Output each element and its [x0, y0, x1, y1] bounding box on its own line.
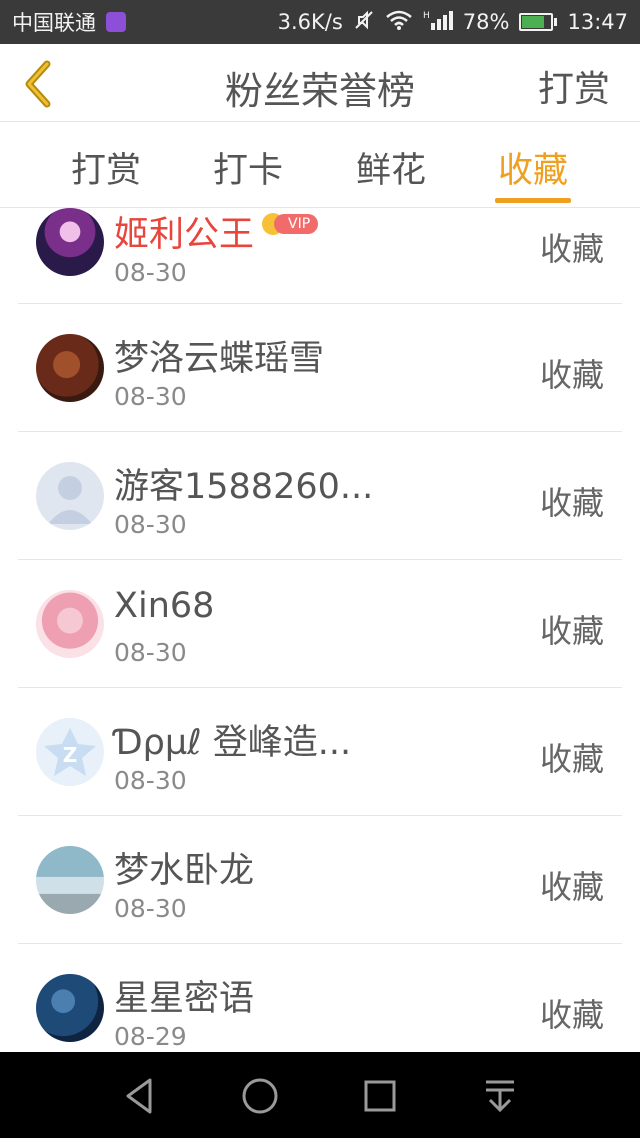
- action-label: 收藏: [539, 996, 604, 1034]
- date-label: 08-30: [114, 638, 187, 667]
- vip-badge: VIP: [262, 213, 319, 235]
- recents-nav-button[interactable]: [358, 1074, 402, 1118]
- list-item[interactable]: Z Ɗρµℓ 登峰造... 08-30 收藏: [18, 688, 622, 816]
- circle-home-icon: [242, 1078, 278, 1114]
- tab-reward[interactable]: 打赏: [51, 142, 161, 193]
- home-nav-button[interactable]: [238, 1074, 282, 1118]
- date-label: 08-30: [114, 258, 187, 287]
- battery-icon: [519, 13, 558, 31]
- svg-text:Z: Z: [63, 743, 78, 767]
- battery-percent: 78%: [462, 10, 510, 34]
- date-label: 08-30: [114, 510, 187, 539]
- user-name: 梦洛云蝶瑶雪: [114, 339, 325, 379]
- date-label: 08-30: [114, 382, 187, 411]
- app-icon: [106, 12, 126, 32]
- date-label: 08-30: [114, 766, 187, 795]
- qzone-icon: Z: [44, 728, 96, 776]
- mute-icon: [353, 9, 375, 36]
- wifi-icon: [385, 9, 413, 36]
- pull-down-icon: [486, 1080, 514, 1113]
- user-name: Ɗρµℓ 登峰造...: [114, 723, 352, 763]
- tab-checkin[interactable]: 打卡: [193, 142, 303, 193]
- fan-list: 姬利公王 VIP 08-30 收藏 梦洛云蝶瑶雪 08-30 收藏 游客15882…: [0, 208, 640, 1052]
- list-item[interactable]: 游客1588260... 08-30 收藏: [18, 432, 622, 560]
- nav-bar: 粉丝荣誉榜 打赏: [0, 44, 640, 122]
- avatar: [36, 974, 104, 1042]
- reward-button[interactable]: 打赏: [538, 60, 610, 112]
- action-label: 收藏: [539, 484, 604, 522]
- tab-favorites[interactable]: 收藏: [478, 142, 588, 193]
- tab-bar: 打赏 打卡 鲜花 收藏: [0, 122, 640, 208]
- list-item[interactable]: Xin68 08-30 收藏: [18, 560, 622, 688]
- tab-flowers[interactable]: 鲜花: [336, 142, 446, 193]
- clock: 13:47: [567, 10, 628, 34]
- user-name: 梦水卧龙: [114, 851, 255, 891]
- square-recents-icon: [364, 1080, 396, 1112]
- action-label: 收藏: [539, 356, 604, 394]
- list-item[interactable]: 星星密语 08-29 收藏: [18, 944, 622, 1052]
- network-speed: 3.6K/s: [277, 10, 343, 34]
- action-label: 收藏: [539, 740, 604, 778]
- avatar: [36, 462, 104, 530]
- default-user-icon: [48, 476, 92, 524]
- list-item[interactable]: 梦洛云蝶瑶雪 08-30 收藏: [18, 304, 622, 432]
- list-item[interactable]: 梦水卧龙 08-30 收藏: [18, 816, 622, 944]
- back-nav-button[interactable]: [118, 1074, 162, 1118]
- action-label: 收藏: [539, 230, 604, 268]
- action-label: 收藏: [539, 612, 604, 650]
- avatar: [36, 590, 104, 658]
- avatar: Z: [36, 718, 104, 786]
- signal-icon: H: [423, 9, 453, 36]
- user-name: 姬利公王 VIP: [114, 208, 319, 257]
- avatar: [36, 846, 104, 914]
- user-name: Xin68: [114, 586, 215, 626]
- date-label: 08-30: [114, 894, 187, 923]
- svg-text:H: H: [423, 11, 430, 21]
- action-label: 收藏: [539, 868, 604, 906]
- triangle-back-icon: [126, 1078, 152, 1114]
- status-bar: 中国联通 3.6K/s H 78% 13:47: [0, 0, 640, 44]
- user-name: 星星密语: [114, 979, 255, 1019]
- system-nav-bar: [0, 1052, 640, 1138]
- carrier-label: 中国联通: [12, 11, 96, 35]
- user-name: 游客1588260...: [114, 467, 374, 507]
- list-item[interactable]: 姬利公王 VIP 08-30 收藏: [18, 208, 622, 304]
- active-tab-indicator: [495, 198, 571, 203]
- avatar: [36, 334, 104, 402]
- notification-pull-button[interactable]: [478, 1074, 522, 1118]
- date-label: 08-29: [114, 1022, 187, 1051]
- avatar: [36, 208, 104, 276]
